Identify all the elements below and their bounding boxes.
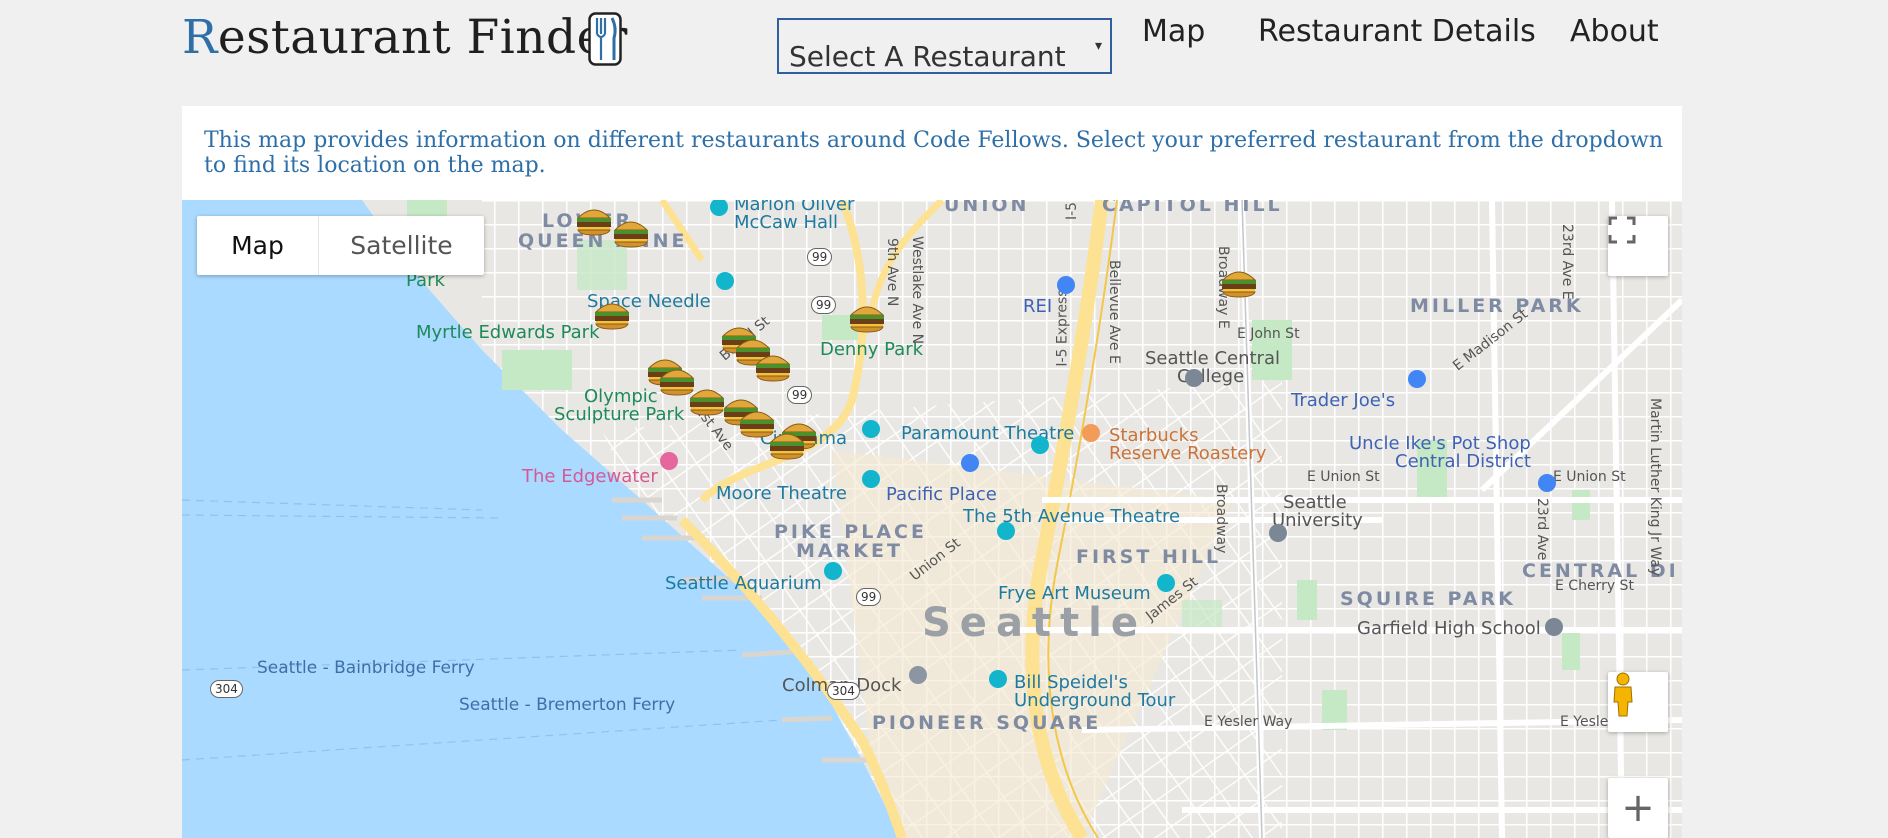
logo-text: estaurant Finder [217,10,628,65]
theatre-pin-icon-2[interactable] [860,418,882,440]
label-mlk-way: Martin Luther King Jr Way [1647,398,1663,577]
burger-marker-4[interactable] [848,301,886,333]
burger-marker-2[interactable] [612,216,650,248]
label-the-edgewater: The Edgewater [522,466,658,487]
label-westlake-ave-n: Westlake Ave N [909,236,925,345]
label-reserve-roastery: Reserve Roastery [1109,443,1267,464]
label-e-union-st-2: E Union St [1553,469,1626,485]
label-bellevue-ave-e: Bellevue Ave E [1106,260,1122,364]
label-first-hill: FIRST HILL [1076,546,1222,568]
map-type-satellite-button[interactable]: Satellite [319,216,484,275]
nav-restaurant-details[interactable]: Restaurant Details [1258,14,1536,49]
shield-99-2: 99 [811,296,837,314]
label-e-yesler-way: E Yesler Way [1204,714,1293,730]
google-map[interactable]: LOWER QUEEN ANNE Park UNION CAPITOL HILL… [182,200,1682,838]
shield-304-1: 304 [210,680,243,698]
label-e-john-st: E John St [1237,326,1300,342]
theatre-pin-icon-6[interactable] [987,668,1009,690]
fullscreen-button[interactable] [1608,216,1668,276]
label-e-cherry-st: E Cherry St [1555,578,1634,594]
burger-marker-1[interactable] [575,204,613,236]
map-type-control: Map Satellite [197,216,484,275]
nav-map[interactable]: Map [1142,14,1205,49]
cafe-pin-icon[interactable] [1080,422,1102,444]
street-view-pegman[interactable] [1608,672,1668,732]
label-i5-short: I-5 [1064,201,1080,220]
school-pin-icon-3[interactable] [1543,616,1565,638]
label-miller-park: MILLER PARK [1410,295,1584,317]
label-trader-joes: Trader Joe's [1291,390,1396,411]
shield-304-2: 304 [827,682,860,700]
label-i5-express: I-5 Express [1054,289,1071,367]
fullscreen-icon [1608,216,1636,244]
shield-99-1: 99 [807,248,833,266]
label-seattle-aquarium: Seattle Aquarium [665,573,822,594]
shopping-pin-icon[interactable] [1055,274,1077,296]
shopping-pin-icon-2[interactable] [1406,368,1428,390]
label-23rd-ave-e: 23rd Ave E [1559,224,1575,300]
label-capitol-hill: CAPITOL HILL [1102,200,1283,216]
fork-knife-icon [588,12,622,66]
label-sculpture-park: Sculpture Park [554,404,685,425]
pegman-icon [1613,672,1633,717]
label-union: UNION [944,200,1030,216]
shield-99-4: 99 [856,588,882,606]
shopping-pin-icon-3[interactable] [1536,472,1558,494]
map-type-map-button[interactable]: Map [197,216,319,275]
map-description: This map provides information on differe… [204,128,1664,178]
label-e-union-st: E Union St [1307,469,1380,485]
label-central-district: Central District [1395,451,1531,472]
school-pin-icon-2[interactable] [1267,522,1289,544]
theatre-pin-icon-3[interactable] [1029,434,1051,456]
museum-pin-icon[interactable] [1155,572,1177,594]
theatre-pin-icon-5[interactable] [995,520,1017,542]
restaurant-select[interactable]: Select A Restaurant ▾ [777,18,1112,74]
theatre-pin-icon[interactable] [708,200,730,218]
burger-marker-8[interactable] [754,350,792,382]
label-23rd-ave: 23rd Ave [1534,498,1550,561]
label-squire-park: SQUIRE PARK [1340,588,1516,610]
zoom-in-button[interactable]: + [1608,778,1668,838]
label-rei: REI [1023,296,1053,317]
label-mccaw-hall: McCaw Hall [734,212,839,233]
label-denny-park: Denny Park [820,339,924,360]
label-seattle: Seattle [922,600,1148,646]
hotel-pin-icon[interactable] [658,450,680,472]
shopping-pin-icon-4[interactable] [959,452,981,474]
label-market: MARKET [796,540,903,562]
label-underground-tour: Underground Tour [1014,690,1176,711]
aquarium-pin-icon[interactable] [822,560,844,582]
label-moore-theatre: Moore Theatre [716,483,848,504]
site-logo[interactable]: Restaurant Finder [182,10,628,65]
label-bremerton-ferry: Seattle - Bremerton Ferry [459,695,676,715]
nav-about[interactable]: About [1570,14,1659,49]
label-bainbridge-ferry: Seattle - Bainbridge Ferry [257,658,475,678]
theatre-pin-icon-4[interactable] [860,468,882,490]
shield-99-3: 99 [787,386,813,404]
logo-first-letter: R [182,10,218,65]
label-broadway: Broadway [1213,484,1229,554]
camera-pin-icon[interactable] [714,270,736,292]
label-pacific-place: Pacific Place [886,484,997,505]
label-myrtle-edwards-park: Myrtle Edwards Park [416,322,600,343]
label-pioneer-square: PIONEER SQUARE [872,712,1102,734]
content-panel: This map provides information on differe… [182,106,1682,838]
school-pin-icon[interactable] [1183,367,1205,389]
burger-marker-11[interactable] [688,384,726,416]
chevron-down-icon: ▾ [1094,38,1102,54]
burger-marker-3[interactable] [593,298,631,330]
burger-marker-15[interactable] [768,428,806,460]
burger-marker-5[interactable] [1220,266,1258,298]
restaurant-select-value: Select A Restaurant [789,40,1066,73]
label-9th-ave-n: 9th Ave N [884,238,900,307]
ferry-pin-icon[interactable] [907,664,929,686]
label-e-yesle: E Yesle [1560,714,1609,730]
site-header: Restaurant Finder Select A Restaurant ▾ … [0,0,1888,100]
label-garfield-high-school: Garfield High School [1357,618,1541,639]
